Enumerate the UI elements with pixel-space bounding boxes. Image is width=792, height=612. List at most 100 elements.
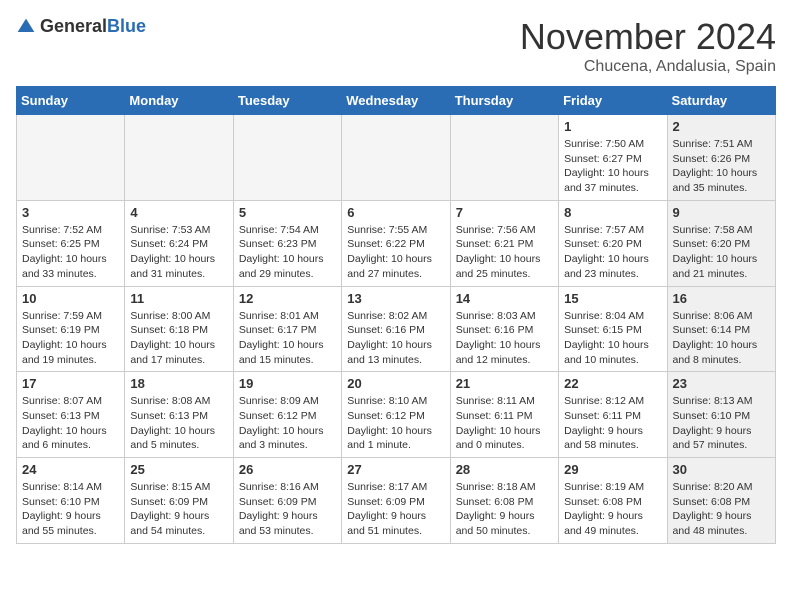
calendar-cell: 16 Sunrise: 8:06 AM Sunset: 6:14 PM Dayli… [667,286,775,372]
cell-content: Sunrise: 8:18 AM Sunset: 6:08 PM Dayligh… [456,480,553,539]
cell-content: Sunrise: 8:12 AM Sunset: 6:11 PM Dayligh… [564,394,661,453]
calendar-cell: 18 Sunrise: 8:08 AM Sunset: 6:13 PM Dayli… [125,372,233,458]
cell-content: Sunrise: 8:16 AM Sunset: 6:09 PM Dayligh… [239,480,336,539]
day-number: 29 [564,462,661,477]
cell-content: Sunrise: 8:19 AM Sunset: 6:08 PM Dayligh… [564,480,661,539]
calendar-cell: 29 Sunrise: 8:19 AM Sunset: 6:08 PM Dayli… [559,458,667,544]
cell-content: Sunrise: 7:53 AM Sunset: 6:24 PM Dayligh… [130,223,227,282]
day-number: 7 [456,205,553,220]
calendar-cell: 25Sunrise: 8:15 AM Sunset: 6:09 PM Dayli… [125,458,233,544]
calendar-table: SundayMondayTuesdayWednesdayThursdayFrid… [16,86,776,544]
month-title: November 2024 [520,16,776,58]
day-number: 27 [347,462,444,477]
day-number: 24 [22,462,119,477]
calendar-cell: 27 Sunrise: 8:17 AM Sunset: 6:09 PM Dayli… [342,458,450,544]
day-number: 17 [22,376,119,391]
cell-content: Sunrise: 8:10 AM Sunset: 6:12 PM Dayligh… [347,394,444,453]
calendar-cell: 2Sunrise: 7:51 AM Sunset: 6:26 PM Daylig… [667,115,775,201]
day-number: 26 [239,462,336,477]
calendar-cell: 7 Sunrise: 7:56 AM Sunset: 6:21 PM Daylig… [450,200,558,286]
day-number: 5 [239,205,336,220]
cell-content: Sunrise: 8:14 AM Sunset: 6:10 PM Dayligh… [22,480,119,539]
cell-content: Sunrise: 8:11 AM Sunset: 6:11 PM Dayligh… [456,394,553,453]
logo: GeneralBlue [16,16,146,37]
day-number: 28 [456,462,553,477]
calendar-cell: 12Sunrise: 8:01 AM Sunset: 6:17 PM Dayli… [233,286,341,372]
calendar-cell [342,115,450,201]
logo-general: General [40,16,107,36]
cell-content: Sunrise: 7:58 AM Sunset: 6:20 PM Dayligh… [673,223,770,282]
calendar-cell: 8Sunrise: 7:57 AM Sunset: 6:20 PM Daylig… [559,200,667,286]
cell-content: Sunrise: 7:50 AM Sunset: 6:27 PM Dayligh… [564,137,661,196]
calendar-cell: 15 Sunrise: 8:04 AM Sunset: 6:15 PM Dayli… [559,286,667,372]
day-number: 16 [673,291,770,306]
day-number: 15 [564,291,661,306]
day-number: 1 [564,119,661,134]
calendar-cell: 4 Sunrise: 7:53 AM Sunset: 6:24 PM Daylig… [125,200,233,286]
logo-blue: Blue [107,16,146,36]
day-number: 6 [347,205,444,220]
calendar-cell: 9 Sunrise: 7:58 AM Sunset: 6:20 PM Daylig… [667,200,775,286]
title-area: November 2024 Chucena, Andalusia, Spain [520,16,776,76]
calendar-cell: 28 Sunrise: 8:18 AM Sunset: 6:08 PM Dayli… [450,458,558,544]
col-header-saturday: Saturday [667,87,775,115]
col-header-thursday: Thursday [450,87,558,115]
day-number: 18 [130,376,227,391]
calendar-cell: 20Sunrise: 8:10 AM Sunset: 6:12 PM Dayli… [342,372,450,458]
calendar-cell: 13 Sunrise: 8:02 AM Sunset: 6:16 PM Dayli… [342,286,450,372]
day-number: 2 [673,119,770,134]
day-number: 12 [239,291,336,306]
col-header-tuesday: Tuesday [233,87,341,115]
day-number: 25 [130,462,227,477]
day-number: 10 [22,291,119,306]
day-number: 23 [673,376,770,391]
calendar-cell: 1 Sunrise: 7:50 AM Sunset: 6:27 PM Daylig… [559,115,667,201]
calendar-cell [125,115,233,201]
calendar-cell: 30Sunrise: 8:20 AM Sunset: 6:08 PM Dayli… [667,458,775,544]
calendar-cell: 3Sunrise: 7:52 AM Sunset: 6:25 PM Daylig… [17,200,125,286]
cell-content: Sunrise: 7:55 AM Sunset: 6:22 PM Dayligh… [347,223,444,282]
calendar-week-5: 24 Sunrise: 8:14 AM Sunset: 6:10 PM Dayli… [17,458,776,544]
col-header-friday: Friday [559,87,667,115]
calendar-cell: 26 Sunrise: 8:16 AM Sunset: 6:09 PM Dayli… [233,458,341,544]
calendar-cell: 22 Sunrise: 8:12 AM Sunset: 6:11 PM Dayli… [559,372,667,458]
calendar-cell [233,115,341,201]
calendar-cell: 14Sunrise: 8:03 AM Sunset: 6:16 PM Dayli… [450,286,558,372]
cell-content: Sunrise: 8:07 AM Sunset: 6:13 PM Dayligh… [22,394,119,453]
logo-icon [16,17,36,37]
cell-content: Sunrise: 8:02 AM Sunset: 6:16 PM Dayligh… [347,309,444,368]
calendar-cell: 21 Sunrise: 8:11 AM Sunset: 6:11 PM Dayli… [450,372,558,458]
cell-content: Sunrise: 7:56 AM Sunset: 6:21 PM Dayligh… [456,223,553,282]
calendar-week-4: 17 Sunrise: 8:07 AM Sunset: 6:13 PM Dayli… [17,372,776,458]
day-number: 3 [22,205,119,220]
cell-content: Sunrise: 7:57 AM Sunset: 6:20 PM Dayligh… [564,223,661,282]
day-number: 13 [347,291,444,306]
calendar-header-row: SundayMondayTuesdayWednesdayThursdayFrid… [17,87,776,115]
cell-content: Sunrise: 8:06 AM Sunset: 6:14 PM Dayligh… [673,309,770,368]
col-header-monday: Monday [125,87,233,115]
header: GeneralBlue November 2024 Chucena, Andal… [16,16,776,76]
calendar-week-2: 3Sunrise: 7:52 AM Sunset: 6:25 PM Daylig… [17,200,776,286]
day-number: 4 [130,205,227,220]
calendar-week-1: 1 Sunrise: 7:50 AM Sunset: 6:27 PM Daylig… [17,115,776,201]
calendar-cell: 5Sunrise: 7:54 AM Sunset: 6:23 PM Daylig… [233,200,341,286]
cell-content: Sunrise: 8:20 AM Sunset: 6:08 PM Dayligh… [673,480,770,539]
cell-content: Sunrise: 8:00 AM Sunset: 6:18 PM Dayligh… [130,309,227,368]
calendar-cell [17,115,125,201]
cell-content: Sunrise: 8:09 AM Sunset: 6:12 PM Dayligh… [239,394,336,453]
cell-content: Sunrise: 8:17 AM Sunset: 6:09 PM Dayligh… [347,480,444,539]
calendar-cell: 24 Sunrise: 8:14 AM Sunset: 6:10 PM Dayli… [17,458,125,544]
cell-content: Sunrise: 8:04 AM Sunset: 6:15 PM Dayligh… [564,309,661,368]
cell-content: Sunrise: 7:59 AM Sunset: 6:19 PM Dayligh… [22,309,119,368]
day-number: 14 [456,291,553,306]
col-header-sunday: Sunday [17,87,125,115]
day-number: 11 [130,291,227,306]
cell-content: Sunrise: 8:08 AM Sunset: 6:13 PM Dayligh… [130,394,227,453]
day-number: 9 [673,205,770,220]
day-number: 22 [564,376,661,391]
calendar-cell: 10 Sunrise: 7:59 AM Sunset: 6:19 PM Dayli… [17,286,125,372]
calendar-cell: 11 Sunrise: 8:00 AM Sunset: 6:18 PM Dayli… [125,286,233,372]
logo-text: GeneralBlue [40,16,146,37]
day-number: 21 [456,376,553,391]
day-number: 19 [239,376,336,391]
